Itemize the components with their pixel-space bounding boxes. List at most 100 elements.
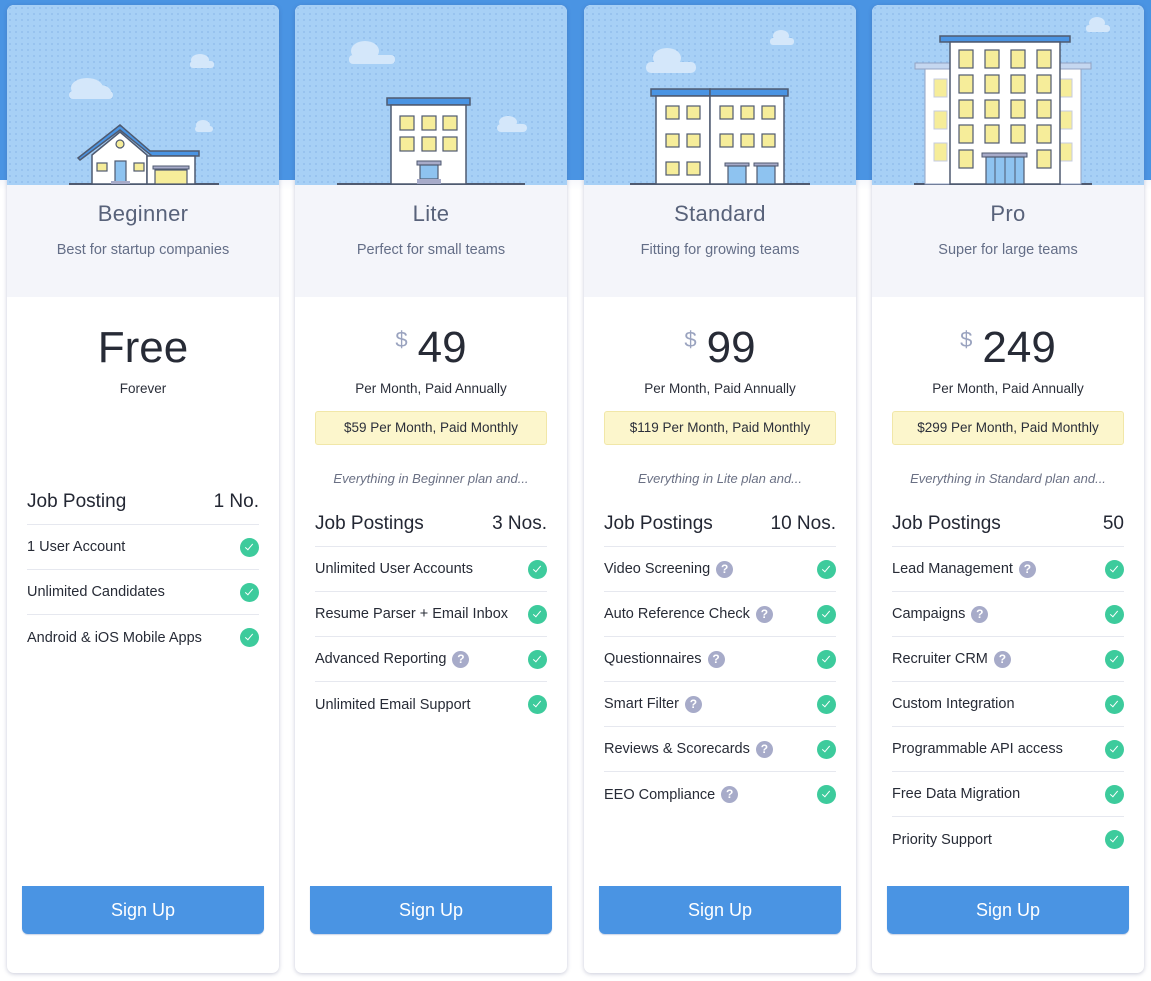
feature-item: Priority Support (892, 817, 1124, 862)
plan-price: $49 (295, 323, 567, 373)
feature-item: Unlimited Email Support (315, 682, 547, 727)
feature-item: Video Screening? (604, 547, 836, 592)
job-postings-value: 3 Nos. (492, 513, 547, 534)
plan-card-pro: Pro Super for large teams $249 Per Month… (872, 5, 1144, 973)
plan-tagline: Perfect for small teams (356, 242, 506, 258)
feature-label: Advanced Reporting (315, 651, 447, 667)
check-icon (1105, 694, 1124, 714)
help-icon[interactable]: ? (993, 650, 1011, 668)
feature-label: Resume Parser + Email Inbox (315, 606, 509, 622)
plan-header: Lite Perfect for small teams (295, 185, 567, 297)
check-icon (528, 695, 547, 714)
plan-header: Pro Super for large teams (872, 185, 1144, 297)
plan-hero (872, 5, 1144, 185)
includes-note: Everything in Beginner plan and... (333, 471, 529, 486)
feature-label: Campaigns (892, 606, 966, 622)
check-icon (1105, 604, 1124, 624)
feature-label: Unlimited User Accounts (315, 561, 473, 577)
job-postings-label: Job Postings (315, 513, 424, 534)
feature-label: Questionnaires (604, 651, 702, 667)
plan-tagline: Best for startup companies (56, 242, 230, 258)
job-postings-value: 1 No. (213, 491, 259, 512)
feature-label: Free Data Migration (892, 786, 1021, 802)
medium-building-icon (630, 30, 810, 185)
help-icon[interactable]: ? (707, 650, 725, 668)
feature-list: Job Posting 1 No. 1 User Account Unlimit… (27, 480, 259, 660)
check-icon (1105, 830, 1124, 849)
includes-note: Everything in Standard plan and... (910, 471, 1106, 486)
check-icon (240, 537, 259, 557)
feature-label: 1 User Account (27, 539, 126, 555)
feature-label: Smart Filter (604, 696, 679, 712)
job-postings-label: Job Postings (604, 513, 713, 534)
feature-item: 1 User Account (27, 525, 259, 570)
feature-label: Auto Reference Check (604, 606, 750, 622)
feature-item: Auto Reference Check? (604, 592, 836, 637)
check-icon (528, 559, 547, 579)
sign-up-button-lite[interactable]: Sign Up (310, 886, 552, 934)
feature-list: Job Postings 3 Nos. Unlimited User Accou… (315, 502, 547, 727)
check-icon (817, 739, 836, 759)
help-icon[interactable]: ? (755, 740, 773, 758)
check-icon (817, 785, 836, 804)
help-icon[interactable]: ? (716, 560, 734, 578)
job-postings-row: Job Postings 50 (892, 502, 1124, 547)
help-icon[interactable]: ? (971, 605, 989, 623)
house-icon (69, 54, 219, 185)
monthly-price-badge: $299 Per Month, Paid Monthly (892, 411, 1124, 445)
sign-up-button-beginner[interactable]: Sign Up (22, 886, 264, 934)
includes-note: Everything in Lite plan and... (637, 471, 803, 486)
sign-up-button-standard[interactable]: Sign Up (599, 886, 841, 934)
plan-name: Beginner (97, 201, 189, 226)
plan-price: Free (7, 323, 279, 373)
plan-name: Pro (990, 201, 1026, 226)
billing-note: Per Month, Paid Annually (932, 381, 1084, 396)
job-postings-value: 50 (1102, 513, 1124, 534)
feature-label: Unlimited Candidates (27, 584, 165, 600)
currency-symbol: $ (960, 327, 973, 352)
price-value: Free (97, 323, 189, 372)
feature-label: Lead Management (892, 561, 1013, 577)
feature-item: EEO Compliance? (604, 772, 836, 817)
currency-symbol: $ (684, 327, 697, 352)
help-icon[interactable]: ? (1018, 560, 1036, 578)
sign-up-button-pro[interactable]: Sign Up (887, 886, 1129, 934)
billing-note: Forever (119, 381, 167, 396)
check-icon (817, 604, 836, 624)
feature-item: Resume Parser + Email Inbox (315, 592, 547, 637)
monthly-price-badge: $119 Per Month, Paid Monthly (604, 411, 836, 445)
help-icon[interactable]: ? (452, 650, 470, 668)
plan-name: Lite (412, 201, 450, 226)
check-icon (528, 604, 547, 624)
check-icon (817, 649, 836, 669)
feature-list: Job Postings 50 Lead Management? Campaig… (892, 502, 1124, 862)
feature-item: Unlimited User Accounts (315, 547, 547, 592)
job-postings-row: Job Posting 1 No. (27, 480, 259, 525)
job-postings-row: Job Postings 10 Nos. (604, 502, 836, 547)
plan-tagline: Super for large teams (938, 242, 1078, 258)
help-icon[interactable]: ? (721, 786, 739, 803)
feature-item: Custom Integration (892, 682, 1124, 727)
billing-note: Per Month, Paid Annually (355, 381, 507, 396)
price-value: 49 (417, 323, 467, 372)
job-postings-row: Job Postings 3 Nos. (315, 502, 547, 547)
plan-tagline: Fitting for growing teams (640, 242, 800, 258)
feature-item: Smart Filter? (604, 682, 836, 727)
feature-label: Priority Support (892, 831, 992, 848)
help-icon[interactable]: ? (684, 695, 702, 713)
plan-card-standard: Standard Fitting for growing teams $99 P… (584, 5, 856, 973)
feature-label: EEO Compliance (604, 786, 716, 803)
check-icon (528, 649, 547, 669)
feature-item: Free Data Migration (892, 772, 1124, 817)
plan-card-lite: Lite Perfect for small teams $49 Per Mon… (295, 5, 567, 973)
feature-label: Recruiter CRM (892, 651, 988, 667)
help-icon[interactable]: ? (755, 605, 773, 623)
feature-label: Reviews & Scorecards (604, 741, 750, 757)
feature-item: Android & iOS Mobile Apps (27, 615, 259, 660)
price-value: 249 (982, 323, 1056, 372)
feature-label: Custom Integration (892, 696, 1015, 712)
monthly-price-badge: $59 Per Month, Paid Monthly (315, 411, 547, 445)
job-postings-label: Job Posting (27, 491, 127, 512)
plan-hero (584, 5, 856, 185)
currency-symbol: $ (395, 327, 408, 352)
